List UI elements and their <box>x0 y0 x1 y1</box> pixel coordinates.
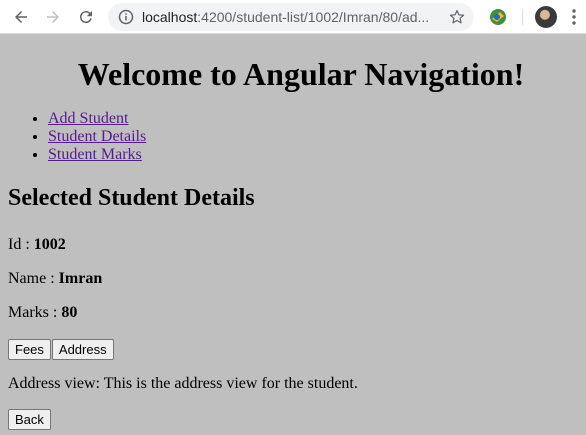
marks-value: 80 <box>61 304 78 321</box>
name-row: Name : Imran <box>8 270 102 288</box>
marks-row: Marks : 80 <box>8 304 77 322</box>
menu-dots-icon[interactable] <box>568 8 580 26</box>
url-text: localhost:4200/student-list/1002/Imran/8… <box>142 3 429 31</box>
page-content: Welcome to Angular Navigation! Add Stude… <box>0 56 586 212</box>
url-host: localhost <box>142 9 198 25</box>
marks-label: Marks : <box>8 304 62 321</box>
id-value: 1002 <box>33 236 66 253</box>
details-heading: Selected Student Details <box>8 185 255 211</box>
extension-icon[interactable] <box>488 7 508 27</box>
nav-item-student-marks: Student Marks <box>48 146 578 164</box>
page-title: Welcome to Angular Navigation! <box>77 56 525 92</box>
address-button[interactable]: Address <box>51 339 114 360</box>
forward-arrow-icon[interactable] <box>42 6 64 28</box>
back-arrow-icon[interactable] <box>10 6 32 28</box>
back-row: Back <box>8 409 51 430</box>
address-bar[interactable]: localhost:4200/student-list/1002/Imran/8… <box>108 3 474 31</box>
toolbar-separator <box>522 9 523 25</box>
nav-links: Add Student Student Details Student Mark… <box>8 110 578 164</box>
fees-button[interactable]: Fees <box>8 339 51 360</box>
url-path: :4200/student-list/1002/Imran/80/ad... <box>197 9 430 25</box>
id-label: Id : <box>8 236 34 253</box>
student-details-link[interactable]: Student Details <box>48 128 146 145</box>
student-marks-link[interactable]: Student Marks <box>48 146 142 163</box>
nav-item-add-student: Add Student <box>48 110 578 128</box>
name-label: Name : <box>8 270 59 287</box>
reload-icon[interactable] <box>75 6 97 28</box>
nav-item-student-details: Student Details <box>48 128 578 146</box>
id-row: Id : 1002 <box>8 236 66 254</box>
info-icon[interactable] <box>118 9 134 25</box>
name-value: Imran <box>58 270 103 287</box>
profile-avatar[interactable] <box>535 6 557 28</box>
address-view-text: Address view: This is the address view f… <box>8 375 358 392</box>
add-student-link[interactable]: Add Student <box>48 110 128 127</box>
bookmark-star-icon[interactable] <box>448 8 466 26</box>
browser-toolbar: localhost:4200/student-list/1002/Imran/8… <box>0 0 586 34</box>
back-button[interactable]: Back <box>8 409 51 430</box>
action-buttons: Fees Address <box>8 339 114 360</box>
